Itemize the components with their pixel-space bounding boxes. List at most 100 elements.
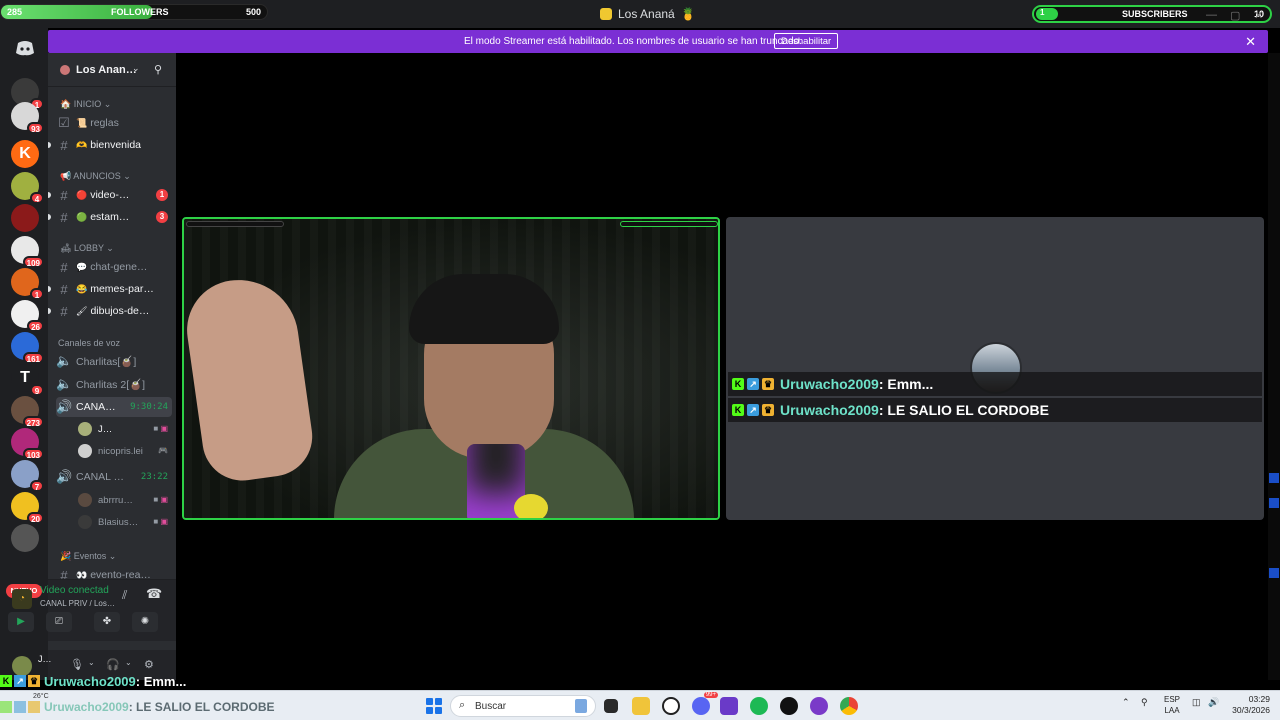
server-icon[interactable]: 161	[11, 332, 44, 364]
category-lobby[interactable]: 🛋 LOBBY ⌄	[60, 243, 114, 254]
chatgpt-icon[interactable]	[662, 697, 680, 715]
volume-icon[interactable]: 🔊	[1208, 697, 1219, 708]
channel-reglas[interactable]: ☑ 📜 reglas	[56, 113, 172, 133]
category-anuncios[interactable]: 📢 ANUNCIOS ⌄	[60, 171, 131, 182]
voice-channel-canal[interactable]: 🔊 CANAL … 23:22	[56, 467, 172, 487]
speaker-icon: 🔈	[56, 353, 73, 368]
server-icon[interactable]: 4	[11, 172, 44, 204]
chevron-down-icon[interactable]: ⌄	[88, 658, 95, 667]
streamer-mode-banner: El modo Streamer está habilitado. Los no…	[48, 30, 1268, 53]
discord-home-icon[interactable]	[11, 34, 39, 62]
notification-badge: 99+	[703, 692, 718, 698]
clock-date: 30/3/2026	[1232, 705, 1270, 715]
voice-channel-charlitas-2[interactable]: 🔈 Charlitas 2[🧉]	[56, 374, 172, 394]
voice-status[interactable]: Video conectad	[40, 585, 109, 596]
soundboard-icon[interactable]: ✺	[132, 612, 158, 632]
windows-start-icon[interactable]	[426, 698, 442, 714]
channel-dibujos[interactable]: # 🖌 dibujos-de…	[56, 301, 172, 321]
server-icon[interactable]: 109	[11, 236, 44, 268]
headphones-icon[interactable]: 🎧	[106, 658, 120, 671]
weather-temp[interactable]: 26°C	[33, 693, 49, 700]
maximize-icon[interactable]: ▢	[1230, 9, 1240, 22]
microphone-icon[interactable]: 🎙	[70, 658, 84, 671]
disconnect-icon[interactable]: ☎	[146, 586, 162, 602]
file-explorer-icon[interactable]	[632, 697, 650, 715]
brush-emoji: 🖌	[76, 305, 88, 316]
avatar-video-tile[interactable]: K ↗ ♛ Uruwacho2009 : Emm... K ↗ ♛ Uruwac…	[726, 217, 1264, 520]
channel-estam[interactable]: # 🟢 estam… 3	[56, 207, 172, 227]
voice-user[interactable]: abrrru… ■ ▣	[78, 490, 168, 510]
channel-video[interactable]: # 🔴 video-… 1	[56, 185, 172, 205]
server-rail: 193K4109126161T9273103720 NUEVO	[0, 28, 48, 680]
discord-taskbar-icon[interactable]: 99+	[692, 692, 718, 715]
taskbar-clock[interactable]: 03:29 30/3/2026	[1226, 694, 1270, 716]
voice-channel-path[interactable]: CANAL PRIV / Los…	[40, 599, 115, 608]
capcut-icon[interactable]	[780, 697, 798, 715]
voice-user[interactable]: Blasius… ■ ▣	[78, 512, 168, 532]
voice-user-name: abrrru…	[98, 494, 133, 506]
user-name[interactable]: J…	[38, 654, 52, 664]
chat-text: : LE SALIO EL CORDOBE	[878, 402, 1049, 418]
activities-icon[interactable]: ✤	[94, 612, 120, 632]
server-icon[interactable]: 1	[11, 268, 44, 300]
close-banner-icon[interactable]: ✕	[1245, 34, 1256, 50]
avatar	[78, 493, 92, 507]
category-inicio[interactable]: 🏠 INICIO ⌄	[60, 99, 111, 110]
chat-text: : LE SALIO EL CORDOBE	[128, 700, 275, 714]
server-icon[interactable]: 103	[11, 428, 44, 460]
kick-badge-icon: K	[0, 675, 12, 687]
voice-user[interactable]: nicopris.lei 🎮	[78, 441, 168, 461]
guild-header[interactable]: Los Anan… ⌄ ⚲	[48, 53, 176, 87]
unread-indicator	[48, 192, 51, 198]
chevron-up-icon[interactable]: ⌃	[1122, 697, 1130, 708]
minimize-icon[interactable]: —	[1206, 9, 1217, 21]
speaker-icon: 🔊	[56, 469, 73, 484]
invite-people-icon[interactable]: ⚲	[154, 63, 162, 76]
server-icon[interactable]	[11, 204, 39, 232]
video-live-icon: ■ ▣	[153, 495, 168, 504]
spotify-icon[interactable]	[750, 697, 768, 715]
scroll-marker	[1269, 498, 1279, 508]
noise-suppression-icon[interactable]: ⫽	[122, 588, 127, 603]
camera-icon[interactable]: ▶	[8, 612, 34, 632]
server-icon[interactable]: 93	[11, 102, 44, 134]
category-eventos[interactable]: 🎉 Eventos ⌄	[60, 551, 116, 562]
channel-chat-general[interactable]: # 💬 chat-gene…	[56, 257, 172, 277]
network-icon[interactable]: ⚲	[1141, 697, 1148, 708]
channel-memes[interactable]: # 😂 memes-par…	[56, 279, 172, 299]
server-icon[interactable]: T9	[11, 364, 44, 396]
voice-channel-charlitas[interactable]: 🔈 Charlitas[🧉]	[56, 351, 172, 371]
category-voz[interactable]: Canales de voz	[58, 338, 120, 348]
server-icon[interactable]: 20	[11, 492, 44, 524]
server-icon[interactable]: K	[11, 140, 39, 168]
voice-user[interactable]: J… ■ ▣	[78, 419, 168, 439]
task-view-icon[interactable]	[604, 699, 618, 713]
unread-indicator	[48, 286, 51, 292]
server-icon[interactable]: 26	[11, 300, 44, 332]
voice-channel-active[interactable]: 🔊 CANA… 9:30:24	[56, 397, 172, 417]
obs-icon[interactable]	[720, 697, 738, 715]
taskbar-search[interactable]: ⌕ Buscar	[450, 695, 596, 717]
close-window-icon[interactable]: ✕	[1254, 9, 1263, 22]
voice-user-name: J…	[98, 423, 113, 435]
camera-video-tile[interactable]	[182, 217, 720, 520]
emoji-icon: 🫶	[76, 139, 88, 150]
live-icon: ▣	[160, 495, 168, 504]
kick-badge-icon	[0, 701, 12, 713]
channel-bienvenida[interactable]: # 🫶 bienvenida	[56, 135, 172, 155]
category-label: INICIO	[73, 99, 102, 109]
wifi-icon[interactable]: ◫	[1192, 697, 1201, 708]
disable-streamer-button[interactable]: Deshabilitar	[774, 33, 839, 49]
language-indicator[interactable]: ESP LAA	[1160, 694, 1184, 716]
chrome-icon[interactable]	[840, 697, 858, 715]
server-icon[interactable]	[11, 524, 39, 552]
twitch-icon[interactable]	[810, 697, 828, 715]
server-icon[interactable]: 7	[11, 460, 44, 492]
screen-share-icon[interactable]: ⎚	[46, 612, 72, 632]
chevron-down-icon[interactable]: ⌄	[125, 658, 132, 667]
chevron-down-icon[interactable]: ⌄	[132, 63, 140, 74]
gear-icon[interactable]: ⚙	[144, 658, 154, 671]
chat-username: Uruwacho2009	[44, 673, 136, 689]
server-icon[interactable]: 273	[11, 396, 44, 428]
category-label: Canales de voz	[58, 338, 121, 348]
